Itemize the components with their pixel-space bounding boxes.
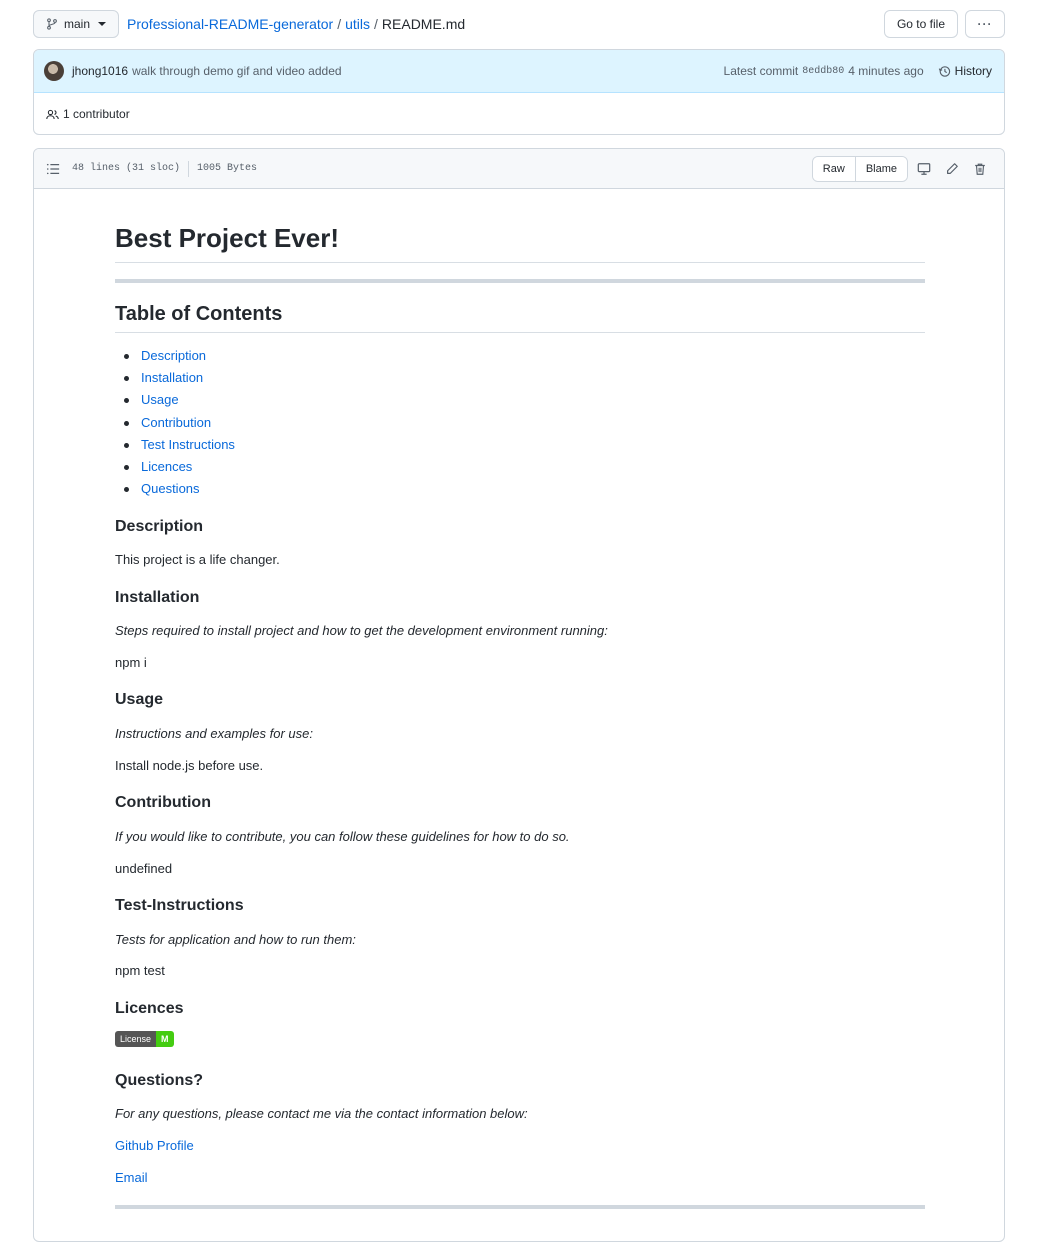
branch-name: main: [64, 17, 91, 31]
table-of-contents-icon[interactable]: [46, 162, 60, 176]
file-line-count: 48 lines (31 sloc): [72, 163, 181, 174]
email-paragraph: Email: [115, 1170, 148, 1185]
list-item: Description: [115, 345, 235, 367]
go-to-file-button[interactable]: Go to file: [883, 10, 958, 38]
questions-heading: Questions?: [115, 1072, 204, 1089]
questions-note: For any questions, please contact me via…: [115, 1106, 528, 1121]
pencil-icon: [947, 162, 958, 174]
tests-text: npm test: [115, 963, 165, 978]
horizontal-rule: [115, 1205, 925, 1209]
licences-heading: Licences: [115, 1000, 184, 1017]
tests-heading: Test-Instructions: [115, 897, 244, 914]
file-viewer: 48 lines (31 sloc) 1005 Bytes Raw Blame …: [33, 148, 1005, 1242]
raw-button[interactable]: Raw: [812, 156, 855, 181]
toc-link-test-instructions[interactable]: Test Instructions: [141, 437, 235, 452]
commit-box: jhong1016 walk through demo gif and vide…: [33, 49, 1005, 135]
list-item: Installation: [115, 367, 235, 389]
commit-sha[interactable]: 8eddb80: [802, 66, 844, 77]
commit-message[interactable]: walk through demo gif and video added: [132, 64, 341, 78]
contributors-label: 1 contributor: [63, 107, 130, 121]
license-badge-label: License: [115, 1031, 157, 1047]
horizontal-rule: [115, 279, 925, 283]
list-item: Licences: [115, 456, 235, 478]
latest-commit-label: Latest commit: [723, 64, 799, 78]
breadcrumb-current-file: README.md: [381, 16, 466, 32]
branch-select-button[interactable]: main: [33, 10, 120, 38]
toc-heading: Table of Contents: [115, 303, 925, 333]
email-link[interactable]: Email: [115, 1170, 148, 1185]
installation-heading: Installation: [115, 589, 200, 606]
toc-link-description[interactable]: Description: [141, 348, 206, 363]
license-badge-value: M: [156, 1031, 174, 1047]
delete-button[interactable]: [966, 157, 994, 181]
license-badge[interactable]: License M: [115, 1031, 174, 1047]
toc-link-usage[interactable]: Usage: [141, 392, 179, 407]
trash-icon: [975, 163, 985, 175]
file-size: 1005 Bytes: [197, 163, 258, 174]
github-paragraph: Github Profile: [115, 1138, 194, 1153]
list-item: Questions: [115, 478, 235, 500]
commit-author[interactable]: jhong1016: [72, 64, 128, 78]
description-heading: Description: [115, 518, 204, 535]
installation-note: Steps required to install project and ho…: [115, 623, 608, 638]
usage-note: Instructions and examples for use:: [115, 726, 313, 741]
toc-list: Description Installation Usage Contribut…: [115, 345, 235, 500]
chevron-down-icon: [98, 22, 107, 26]
installation-text: npm i: [115, 655, 147, 670]
toc-link-installation[interactable]: Installation: [141, 370, 203, 385]
contribution-note: If you would like to contribute, you can…: [115, 829, 570, 844]
history-link[interactable]: History: [938, 64, 992, 78]
toc-link-contribution[interactable]: Contribution: [141, 415, 211, 430]
list-item: Contribution: [115, 412, 235, 434]
toc-link-licences[interactable]: Licences: [141, 459, 192, 474]
commit-time: 4 minutes ago: [848, 64, 924, 78]
tests-note: Tests for application and how to run the…: [115, 932, 356, 947]
history-icon: [938, 65, 950, 77]
list-item: Test Instructions: [115, 434, 235, 456]
description-text: This project is a life changer.: [115, 552, 280, 567]
breadcrumb-separator: /: [374, 16, 378, 32]
history-label: History: [954, 64, 992, 78]
desktop-button[interactable]: [910, 157, 938, 181]
toc-link-questions[interactable]: Questions: [141, 481, 200, 496]
breadcrumb-separator: /: [337, 16, 342, 32]
readme-title: Best Project Ever!: [115, 223, 925, 263]
desktop-icon: [917, 162, 931, 175]
contribution-text: undefined: [115, 861, 173, 876]
usage-text: Install node.js before use.: [115, 758, 264, 773]
people-icon: [46, 109, 59, 119]
usage-heading: Usage: [115, 691, 164, 708]
file-header: 48 lines (31 sloc) 1005 Bytes Raw Blame: [34, 149, 1004, 189]
blame-button[interactable]: Blame: [854, 156, 907, 181]
raw-blame-group: Raw Blame: [811, 155, 908, 182]
file-navigation: main Professional-README-generator / uti…: [33, 10, 1005, 38]
breadcrumb-repo-link[interactable]: Professional-README-generator: [127, 16, 333, 32]
list-item: Usage: [115, 389, 235, 411]
more-options-button[interactable]: ···: [965, 10, 1005, 38]
edit-button[interactable]: [938, 157, 966, 181]
contribution-heading: Contribution: [115, 794, 211, 811]
breadcrumb-folder-link[interactable]: utils: [345, 16, 370, 32]
avatar[interactable]: [44, 61, 64, 81]
divider: [188, 160, 190, 177]
breadcrumb: Professional-README-generator / utils / …: [127, 16, 465, 32]
contributors-row[interactable]: 1 contributor: [34, 93, 1004, 134]
git-branch-icon: [47, 18, 57, 30]
github-profile-link[interactable]: Github Profile: [115, 1138, 194, 1153]
latest-commit-row: jhong1016 walk through demo gif and vide…: [34, 50, 1004, 93]
